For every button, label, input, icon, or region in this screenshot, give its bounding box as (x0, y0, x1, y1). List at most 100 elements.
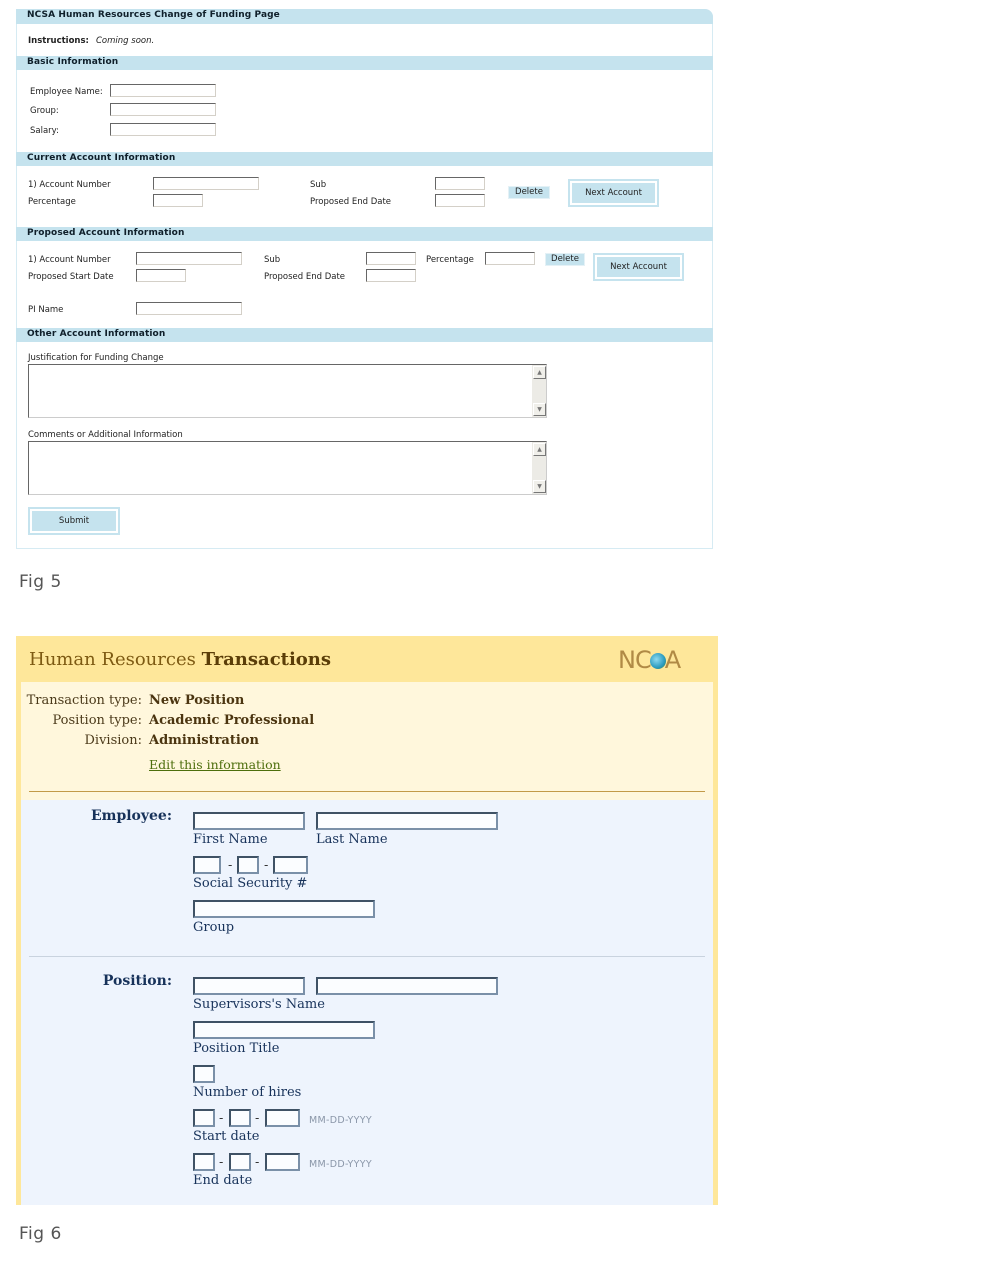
submit-label: Submit (32, 511, 116, 531)
pi-name-input[interactable] (136, 302, 242, 315)
proposed-next-account-label: Next Account (597, 257, 680, 277)
date-separator: - (255, 1155, 260, 1169)
group-input[interactable] (193, 900, 375, 918)
current-percentage-label: Percentage (28, 197, 76, 207)
instructions-text: Coming soon. (96, 36, 155, 46)
employee-name-label: Employee Name: (30, 87, 103, 97)
current-next-account-button[interactable]: Next Account (568, 179, 659, 207)
current-account-number-label: 1) Account Number (28, 180, 111, 190)
end-month-input[interactable] (193, 1153, 215, 1171)
pi-name-label: PI Name (28, 305, 64, 315)
end-date-label: End date (193, 1173, 253, 1188)
proposed-next-account-button[interactable]: Next Account (593, 253, 684, 281)
start-date-label: Start date (193, 1129, 260, 1144)
form-title: NCSA Human Resources Change of Funding P… (27, 10, 280, 20)
scroll-down-icon[interactable]: ▼ (533, 403, 546, 416)
employee-name-input[interactable] (110, 84, 216, 97)
proposed-percentage-label: Percentage (426, 255, 474, 265)
proposed-sub-label: Sub (264, 255, 281, 265)
current-proposed-end-date-label: Proposed End Date (310, 197, 392, 207)
current-delete-button[interactable]: Delete (508, 186, 550, 199)
group-label: Group (193, 920, 235, 935)
hr-transactions-form: Human Resources Transactions NC A Transac… (16, 636, 718, 1205)
position-title-label: Position Title (193, 1041, 280, 1056)
hr-title-bold: Transactions (201, 649, 332, 670)
current-sub-input[interactable] (435, 177, 485, 190)
salary-label: Salary: (30, 126, 59, 136)
logo-text-right: A (664, 646, 681, 674)
ssn-part2-input[interactable] (237, 856, 259, 874)
globe-icon (649, 653, 666, 669)
ssn-part1-input[interactable] (193, 856, 221, 874)
start-date-format-hint: MM-DD-YYYY (309, 1115, 372, 1126)
info-divider (29, 791, 705, 792)
end-date-format-hint: MM-DD-YYYY (309, 1159, 372, 1170)
comments-scrollbar[interactable]: ▲ ▼ (532, 442, 546, 494)
current-account-header: Current Account Information (16, 152, 713, 166)
instructions-label: Instructions: (28, 36, 89, 46)
supervisor-last-name-input[interactable] (316, 977, 498, 995)
current-percentage-input[interactable] (153, 194, 203, 207)
start-year-input[interactable] (265, 1109, 300, 1127)
ssn-separator: - (264, 858, 269, 872)
start-day-input[interactable] (229, 1109, 251, 1127)
proposed-percentage-input[interactable] (485, 252, 535, 265)
position-type-label: Position type: (52, 713, 142, 728)
last-name-input[interactable] (316, 812, 498, 830)
employee-section-heading: Employee: (90, 808, 172, 824)
supervisor-first-name-input[interactable] (193, 977, 305, 995)
comments-textarea[interactable] (29, 442, 532, 494)
form-title-bar: NCSA Human Resources Change of Funding P… (16, 9, 713, 24)
proposed-account-number-label: 1) Account Number (28, 255, 111, 265)
end-year-input[interactable] (265, 1153, 300, 1171)
hr-header-title: Human Resources Transactions (29, 649, 331, 670)
proposed-end-date-label: Proposed End Date (264, 272, 346, 282)
justification-textarea-frame: ▲ ▼ (28, 364, 547, 418)
scroll-down-icon[interactable]: ▼ (533, 480, 546, 493)
current-proposed-end-date-input[interactable] (435, 194, 485, 207)
justification-scrollbar[interactable]: ▲ ▼ (532, 365, 546, 417)
proposed-account-number-input[interactable] (136, 252, 242, 265)
scroll-up-icon[interactable]: ▲ (533, 366, 546, 379)
section-divider (29, 956, 705, 957)
submit-button[interactable]: Submit (28, 507, 120, 535)
edit-information-link[interactable]: Edit this information (149, 757, 281, 772)
proposed-end-date-input[interactable] (366, 269, 416, 282)
number-of-hires-label: Number of hires (193, 1085, 302, 1100)
first-name-input[interactable] (193, 812, 305, 830)
position-title-input[interactable] (193, 1021, 375, 1039)
group-label: Group: (30, 106, 59, 116)
current-account-number-input[interactable] (153, 177, 259, 190)
division-label: Division: (84, 733, 143, 748)
scroll-up-icon[interactable]: ▲ (533, 443, 546, 456)
ncsa-logo: NC A (618, 646, 681, 674)
basic-info-heading: Basic Information (27, 57, 119, 67)
hr-title-light: Human Resources (29, 649, 202, 670)
division-value: Administration (149, 733, 259, 748)
funding-change-form: NCSA Human Resources Change of Funding P… (16, 9, 713, 549)
fig6-caption: Fig 6 (19, 1224, 62, 1244)
transaction-type-label: Transaction type: (26, 693, 142, 708)
justification-textarea[interactable] (29, 365, 532, 417)
proposed-start-date-input[interactable] (136, 269, 186, 282)
transaction-form-body: Employee: First Name Last Name - - Socia… (21, 800, 713, 1205)
date-separator: - (255, 1111, 260, 1125)
number-of-hires-input[interactable] (193, 1065, 215, 1083)
salary-input[interactable] (110, 123, 216, 136)
start-month-input[interactable] (193, 1109, 215, 1127)
proposed-sub-input[interactable] (366, 252, 416, 265)
ssn-label: Social Security # (193, 876, 308, 891)
transaction-type-value: New Position (149, 693, 245, 708)
position-section-heading: Position: (102, 973, 172, 989)
comments-label: Comments or Additional Information (28, 430, 183, 440)
logo-text-left: NC (618, 646, 652, 674)
comments-textarea-frame: ▲ ▼ (28, 441, 547, 495)
end-day-input[interactable] (229, 1153, 251, 1171)
justification-label: Justification for Funding Change (28, 353, 164, 363)
other-account-header: Other Account Information (16, 328, 713, 342)
proposed-delete-button[interactable]: Delete (545, 253, 585, 266)
current-next-account-label: Next Account (572, 183, 655, 203)
other-account-heading: Other Account Information (27, 329, 166, 339)
group-input[interactable] (110, 103, 216, 116)
ssn-part3-input[interactable] (273, 856, 308, 874)
